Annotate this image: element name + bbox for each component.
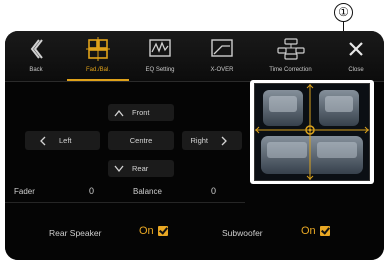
right-label: Right	[190, 136, 208, 145]
tab-x-over-label: X-OVER	[210, 67, 234, 73]
tab-eq-setting[interactable]: EQ Setting	[129, 31, 191, 81]
close-icon	[328, 37, 384, 61]
subwoofer-check-icon	[319, 226, 330, 236]
tab-fader-balance[interactable]: Fad./Bal.	[67, 31, 129, 81]
eq-icon	[129, 37, 191, 61]
crossover-icon	[191, 37, 253, 61]
tab-close[interactable]: Close	[328, 31, 384, 81]
seat-map-area[interactable]	[255, 84, 369, 180]
car-seats-icon	[255, 84, 369, 180]
centre-button[interactable]: Centre	[108, 131, 174, 150]
tab-close-label: Close	[348, 67, 364, 73]
rear-speaker-toggle[interactable]: On	[139, 225, 168, 237]
centre-label: Centre	[129, 136, 153, 145]
tab-back-label: Back	[29, 67, 43, 73]
row-divider	[5, 202, 245, 203]
tab-x-over[interactable]: X-OVER	[191, 31, 253, 81]
tab-fader-balance-label: Fad./Bal.	[85, 67, 110, 73]
balance-label: Balance	[133, 187, 162, 196]
tab-time-correction-label: Time Correction	[269, 67, 312, 73]
subwoofer-label: Subwoofer	[222, 228, 263, 238]
seat-map-panel[interactable]	[250, 80, 374, 184]
tab-time-correction[interactable]: Time Correction	[253, 31, 328, 81]
subwoofer-value: On	[301, 225, 316, 237]
callout-number: ①	[334, 3, 353, 22]
balance-value: 0	[211, 186, 217, 196]
rear-speaker-label: Rear Speaker	[49, 228, 102, 238]
chevron-down-icon	[114, 165, 124, 172]
right-button[interactable]: Right	[182, 131, 242, 150]
rear-speaker-value: On	[139, 225, 154, 237]
back-chevron-icon	[5, 37, 67, 61]
tab-eq-setting-label: EQ Setting	[145, 67, 175, 73]
rear-speaker-check-icon	[157, 226, 168, 236]
fader-label: Fader	[14, 187, 35, 196]
top-tab-bar: Back Fad./Bal. EQ Setting X-OVER Time Co…	[5, 31, 384, 82]
subwoofer-toggle[interactable]: On	[301, 225, 330, 237]
front-button[interactable]: Front	[108, 104, 174, 121]
chevron-left-icon	[40, 136, 46, 145]
tab-back[interactable]: Back	[5, 31, 67, 81]
fader-balance-icon	[67, 37, 129, 61]
chevron-right-icon	[221, 136, 227, 145]
left-label: Left	[59, 136, 72, 145]
time-correction-icon	[253, 37, 328, 61]
left-button[interactable]: Left	[25, 131, 100, 150]
rear-button[interactable]: Rear	[108, 160, 174, 177]
chevron-up-icon	[114, 109, 124, 116]
fader-value: 0	[89, 186, 95, 196]
front-label: Front	[132, 108, 150, 117]
rear-label: Rear	[132, 164, 149, 173]
